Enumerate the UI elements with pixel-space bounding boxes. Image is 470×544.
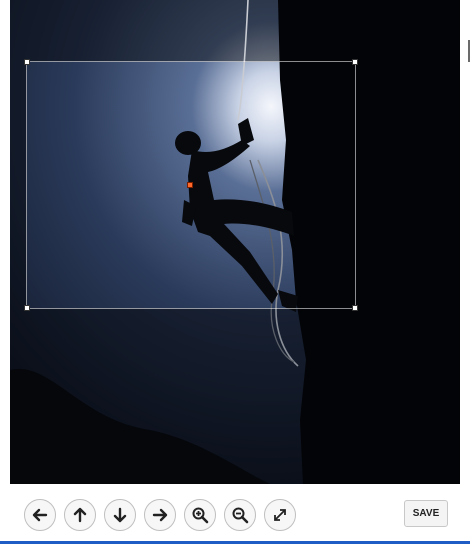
- crop-handle-top-left[interactable]: [24, 59, 30, 65]
- crop-handle-bottom-left[interactable]: [24, 305, 30, 311]
- crop-selection[interactable]: [24, 59, 358, 311]
- zoom-out-icon: [232, 507, 249, 524]
- image-toolbar: SAVE: [0, 484, 470, 544]
- arrow-right-icon: [152, 508, 168, 522]
- crop-handle-top-right[interactable]: [352, 59, 358, 65]
- arrow-up-icon: [73, 507, 87, 523]
- move-up-button[interactable]: [64, 499, 96, 531]
- zoom-in-icon: [192, 507, 209, 524]
- zoom-out-button[interactable]: [224, 499, 256, 531]
- move-left-button[interactable]: [24, 499, 56, 531]
- move-down-button[interactable]: [104, 499, 136, 531]
- image-editor-canvas[interactable]: [10, 0, 460, 484]
- move-right-button[interactable]: [144, 499, 176, 531]
- fit-expand-button[interactable]: [264, 499, 296, 531]
- frame-left: [0, 0, 10, 544]
- save-button[interactable]: SAVE: [404, 500, 448, 527]
- crop-center-handle[interactable]: [187, 182, 193, 188]
- expand-icon: [274, 509, 286, 521]
- crop-handle-bottom-right[interactable]: [352, 305, 358, 311]
- frame-right: [460, 0, 470, 544]
- zoom-in-button[interactable]: [184, 499, 216, 531]
- arrow-down-icon: [113, 507, 127, 523]
- arrow-left-icon: [32, 508, 48, 522]
